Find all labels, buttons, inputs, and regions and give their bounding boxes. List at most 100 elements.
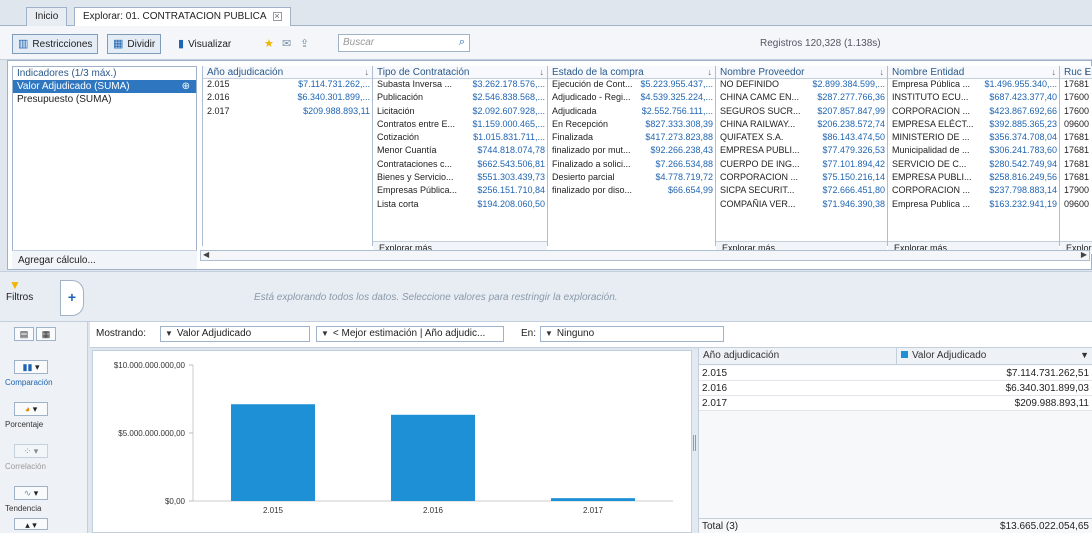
bar[interactable] xyxy=(231,404,315,501)
facet-row[interactable]: 17681 xyxy=(1060,145,1092,158)
facet-row[interactable]: 17681 xyxy=(1060,159,1092,172)
facet-row[interactable]: SICPA SECURIT... $72.666.451,80 xyxy=(716,185,887,198)
more-viz-button[interactable]: ▴ ▾ xyxy=(14,518,48,530)
comparison-chart-button[interactable]: ▮▮ ▾ xyxy=(14,360,48,374)
facet-row[interactable]: EMPRESA ELÉCT... $392.885.365,23 xyxy=(888,119,1059,132)
facet-row[interactable]: Finalizada $417.273.823,88 xyxy=(548,132,715,145)
facet-row[interactable]: Menor Cuantía $744.818.074,78 xyxy=(373,145,547,158)
facet-row[interactable]: 09600 xyxy=(1060,119,1092,132)
indicator-valor-adjudicado[interactable]: Valor Adjudicado (SUMA) ⊕ xyxy=(13,80,196,93)
edit-indicator-icon[interactable]: ⊕ xyxy=(182,81,190,92)
facet-row[interactable]: COMPAÑIA VER... $71.946.390,38 xyxy=(716,199,887,212)
facet-row[interactable]: CHINA RAILWAY... $206.238.572,74 xyxy=(716,119,887,132)
best-estimate-dropdown[interactable]: ▼ < Mejor estimación | Año adjudic... xyxy=(316,326,504,342)
search-input[interactable]: Buscar ⌕ xyxy=(338,34,470,52)
sort-icon[interactable]: ↓ xyxy=(880,67,885,77)
facet-row[interactable]: Subasta Inversa ... $3.262.178.576,... xyxy=(373,79,547,92)
facet-row[interactable]: CUERPO DE ING... $77.101.894,42 xyxy=(716,159,887,172)
table-header-value[interactable]: Valor Adjudicado ▼ xyxy=(896,348,1092,365)
facet-row[interactable]: SEGUROS SUCR... $207.857.847,99 xyxy=(716,106,887,119)
facet-row[interactable]: finalizado por diso... $66.654,99 xyxy=(548,185,715,198)
bar[interactable] xyxy=(391,414,475,501)
facet-row[interactable]: 17681 xyxy=(1060,132,1092,145)
indicator-presupuesto[interactable]: Presupuesto (SUMA) xyxy=(13,93,196,106)
percentage-chart-button[interactable]: ◕ ▾ xyxy=(14,402,48,416)
sort-icon[interactable]: ↓ xyxy=(540,67,545,77)
scroll-left-icon[interactable]: ◀ xyxy=(203,250,209,259)
sort-icon[interactable]: ↓ xyxy=(1085,67,1090,77)
facet-row[interactable]: EMPRESA PUBLI... $258.816.249,56 xyxy=(888,172,1059,185)
facet-row[interactable]: Publicación $2.546.838.568,... xyxy=(373,92,547,105)
facet-row[interactable]: 09600 xyxy=(1060,199,1092,212)
facet-row[interactable]: 2.015 $7.114.731.262,... xyxy=(203,79,372,92)
facet-row[interactable]: Empresas Pública... $256.151.710,84 xyxy=(373,185,547,198)
add-filter-button[interactable]: + xyxy=(60,280,84,316)
table-row[interactable]: 2.016 $6.340.301.899,03 xyxy=(699,381,1092,396)
facet-row[interactable]: Lista corta $194.208.060,50 xyxy=(373,199,547,212)
facet-row[interactable]: CHINA CAMC EN... $287.277.766,36 xyxy=(716,92,887,105)
visualizar-button[interactable]: ▮ Visualizar xyxy=(172,34,237,54)
restricciones-button[interactable]: ▥ Restricciones xyxy=(12,34,99,54)
column-header[interactable]: Año adjudicación xyxy=(203,66,372,79)
table-view-button[interactable]: ▦ xyxy=(36,327,56,341)
facet-row[interactable]: 2.016 $6.340.301.899,... xyxy=(203,92,372,105)
facet-row[interactable]: NO DEFINIDO $2.899.384.599,... xyxy=(716,79,887,92)
facet-row[interactable]: 17900 xyxy=(1060,185,1092,198)
facet-row[interactable]: 17681 xyxy=(1060,172,1092,185)
filters-toggle[interactable]: ▼ Filtros xyxy=(6,278,62,316)
table-row[interactable]: 2.017 $209.988.893,11 xyxy=(699,396,1092,411)
scroll-right-icon[interactable]: ▶ xyxy=(1081,250,1087,259)
facet-row[interactable]: Contratos entre E... $1.159.000.465,... xyxy=(373,119,547,132)
sort-icon[interactable]: ↓ xyxy=(1052,67,1057,77)
facet-row[interactable]: finalizado por mut... $92.266.238,43 xyxy=(548,145,715,158)
horizontal-scrollbar[interactable]: ◀ ▶ xyxy=(200,250,1090,261)
facet-row[interactable]: 17600 xyxy=(1060,106,1092,119)
dividir-button[interactable]: ▦ Dividir xyxy=(107,34,162,54)
facet-row[interactable]: Adjudicado - Regi... $4.539.325.224,... xyxy=(548,92,715,105)
facet-row[interactable]: EMPRESA PUBLI... $77.479.326,53 xyxy=(716,145,887,158)
facet-row[interactable]: CORPORACION ... $423.867.692,66 xyxy=(888,106,1059,119)
search-icon[interactable]: ⌕ xyxy=(459,36,465,49)
share-button[interactable]: ⇪ xyxy=(294,34,315,54)
facet-row[interactable]: En Recepción $827.333.308,39 xyxy=(548,119,715,132)
bar[interactable] xyxy=(551,498,635,501)
correlation-chart-button[interactable]: ⁘ ▾ xyxy=(14,444,48,458)
column-header[interactable]: Tipo de Contratación xyxy=(373,66,547,79)
en-dropdown[interactable]: ▼ Ninguno xyxy=(540,326,724,342)
facet-row[interactable]: Empresa Publica ... $163.232.941,19 xyxy=(888,199,1059,212)
facet-row[interactable]: Cotización $1.015.831.711,... xyxy=(373,132,547,145)
measure-dropdown[interactable]: ▼ Valor Adjudicado xyxy=(160,326,310,342)
facet-row[interactable]: Ejecución de Cont... $5.223.955.437,... xyxy=(548,79,715,92)
facet-row[interactable]: MINISTERIO DE ... $356.374.708,04 xyxy=(888,132,1059,145)
facet-row[interactable]: Bienes y Servicio... $551.303.439,73 xyxy=(373,172,547,185)
facet-row[interactable]: Desierto parcial $4.778.719,72 xyxy=(548,172,715,185)
table-header-year[interactable]: Año adjudicación xyxy=(699,348,896,365)
facet-row[interactable]: CORPORACION ... $75.150.216,14 xyxy=(716,172,887,185)
column-header[interactable]: Estado de la compra xyxy=(548,66,715,79)
add-calculation-button[interactable]: Agregar cálculo... xyxy=(12,250,197,269)
facet-row[interactable]: QUIFATEX S.A. $86.143.474,50 xyxy=(716,132,887,145)
close-icon[interactable]: × xyxy=(272,12,282,21)
trend-chart-button[interactable]: ∿ ▾ xyxy=(14,486,48,500)
facet-row[interactable]: CORPORACION ... $237.798.883,14 xyxy=(888,185,1059,198)
facet-row[interactable]: INSTITUTO ECU... $687.423.377,40 xyxy=(888,92,1059,105)
facet-row[interactable]: Contrataciones c... $662.543.506,81 xyxy=(373,159,547,172)
facet-row[interactable]: Licitación $2.092.607.928,... xyxy=(373,106,547,119)
chart-view-button[interactable]: ▤ xyxy=(14,327,34,341)
column-header[interactable]: Nombre Proveedor xyxy=(716,66,887,79)
facet-row[interactable]: 17600 xyxy=(1060,92,1092,105)
sort-icon[interactable]: ↓ xyxy=(708,67,713,77)
table-row[interactable]: 2.015 $7.114.731.262,51 xyxy=(699,366,1092,381)
facet-row[interactable]: Finalizado a solici... $7.266.534,88 xyxy=(548,159,715,172)
facet-row[interactable]: 17681 xyxy=(1060,79,1092,92)
column-header[interactable]: Nombre Entidad xyxy=(888,66,1059,79)
facet-row[interactable]: Municipalidad de ... $306.241.783,60 xyxy=(888,145,1059,158)
sort-icon[interactable]: ↓ xyxy=(365,67,370,77)
facet-row[interactable]: SERVICIO DE C... $280.542.749,94 xyxy=(888,159,1059,172)
facet-row[interactable]: Adjudicada $2.552.756.111,... xyxy=(548,106,715,119)
facet-row[interactable]: 2.017 $209.988.893,11 xyxy=(203,106,372,119)
chevron-down-icon[interactable]: ▼ xyxy=(1080,350,1089,360)
tab-inicio[interactable]: Inicio xyxy=(26,7,68,26)
facet-row[interactable]: Empresa Pública ... $1.496.955.340,... xyxy=(888,79,1059,92)
tab-explorar[interactable]: Explorar: 01. CONTRATACION PUBLICA × xyxy=(74,7,291,26)
